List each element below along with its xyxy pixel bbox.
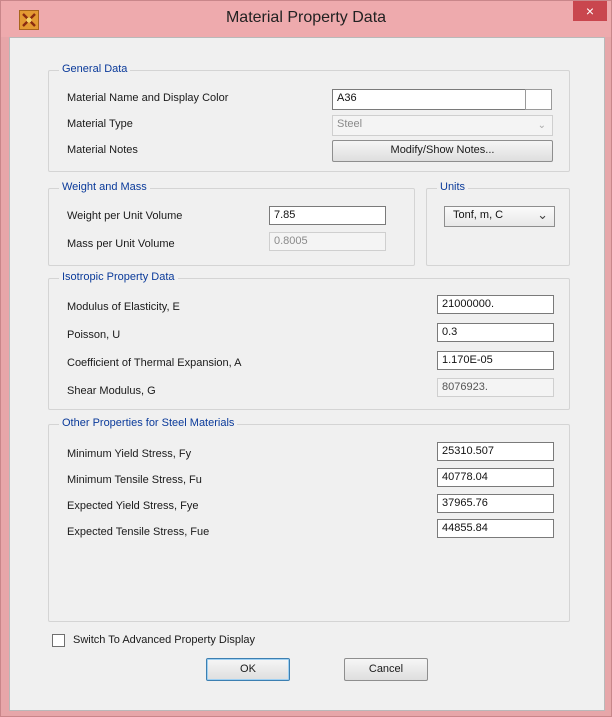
fy-label: Minimum Yield Stress, Fy xyxy=(67,448,192,460)
units-title: Units xyxy=(437,181,469,193)
chevron-down-icon: ⌄ xyxy=(537,207,548,222)
advanced-display-checkbox[interactable] xyxy=(52,634,65,647)
fu-label: Minimum Tensile Stress, Fu xyxy=(67,474,202,486)
material-type-value: Steel xyxy=(337,118,363,130)
isotropic-title: Isotropic Property Data xyxy=(59,271,178,283)
units-select[interactable]: Tonf, m, C ⌄ xyxy=(444,206,555,227)
isotropic-group: Isotropic Property Data Modulus of Elast… xyxy=(48,271,570,410)
display-color-swatch[interactable] xyxy=(525,89,552,110)
dialog-body: General Data Material Name and Display C… xyxy=(9,37,605,711)
mass-per-volume-input: 0.8005 xyxy=(269,232,386,251)
fye-input[interactable]: 37965.76 xyxy=(437,494,554,513)
modulus-input[interactable]: 21000000. xyxy=(437,295,554,314)
units-group: Units Tonf, m, C ⌄ xyxy=(426,181,570,266)
weight-per-volume-input[interactable]: 7.85 xyxy=(269,206,386,225)
steel-properties-group: Other Properties for Steel Materials Min… xyxy=(48,417,570,622)
fye-label: Expected Yield Stress, Fye xyxy=(67,500,199,512)
fue-input[interactable]: 44855.84 xyxy=(437,519,554,538)
general-data-group: General Data Material Name and Display C… xyxy=(48,63,570,172)
close-button[interactable]: × xyxy=(573,1,607,21)
title-bar[interactable]: Material Property Data × xyxy=(1,1,611,37)
weight-mass-group: Weight and Mass Weight per Unit Volume 7… xyxy=(48,181,415,266)
material-type-select[interactable]: Steel ⌄ xyxy=(332,115,553,136)
advanced-display-label[interactable]: Switch To Advanced Property Display xyxy=(73,634,255,646)
weight-per-volume-label: Weight per Unit Volume xyxy=(67,210,183,222)
chevron-down-icon: ⌄ xyxy=(537,120,546,131)
material-property-window: Material Property Data × General Data Ma… xyxy=(0,0,612,717)
mass-per-volume-label: Mass per Unit Volume xyxy=(67,238,175,250)
material-name-input[interactable]: A36 xyxy=(332,89,526,110)
shear-modulus-label: Shear Modulus, G xyxy=(67,385,156,397)
general-data-title: General Data xyxy=(59,63,131,75)
ok-button[interactable]: OK xyxy=(206,658,290,681)
fu-input[interactable]: 40778.04 xyxy=(437,468,554,487)
material-type-label: Material Type xyxy=(67,118,133,130)
modify-notes-button[interactable]: Modify/Show Notes... xyxy=(332,140,553,162)
steel-properties-title: Other Properties for Steel Materials xyxy=(59,417,238,429)
units-value: Tonf, m, C xyxy=(453,209,504,221)
poisson-label: Poisson, U xyxy=(67,329,121,341)
shear-modulus-input: 8076923. xyxy=(437,378,554,397)
material-name-label: Material Name and Display Color xyxy=(67,92,229,104)
fue-label: Expected Tensile Stress, Fue xyxy=(67,526,210,538)
material-notes-label: Material Notes xyxy=(67,144,138,156)
thermal-expansion-label: Coefficient of Thermal Expansion, A xyxy=(67,357,242,369)
weight-mass-title: Weight and Mass xyxy=(59,181,150,193)
thermal-expansion-input[interactable]: 1.170E-05 xyxy=(437,351,554,370)
fy-input[interactable]: 25310.507 xyxy=(437,442,554,461)
cancel-button[interactable]: Cancel xyxy=(344,658,428,681)
modulus-label: Modulus of Elasticity, E xyxy=(67,301,180,313)
poisson-input[interactable]: 0.3 xyxy=(437,323,554,342)
window-title: Material Property Data xyxy=(225,9,387,26)
